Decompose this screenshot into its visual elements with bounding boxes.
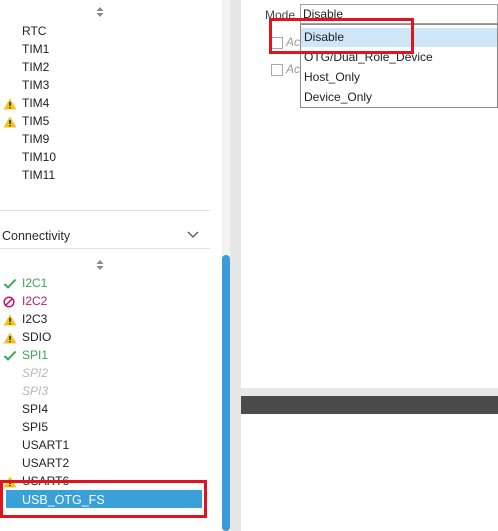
tree-item-tim3[interactable]: TIM3 xyxy=(0,76,205,94)
tree-item-label: SPI2 xyxy=(22,366,49,380)
tree-item-label: TIM9 xyxy=(22,132,50,146)
tree-item-label: RTC xyxy=(22,24,47,38)
tree-item-label: SPI5 xyxy=(22,420,49,434)
chevron-down-icon[interactable] xyxy=(186,227,200,241)
warning-icon xyxy=(3,115,17,128)
checkbox-label: Ac xyxy=(286,62,301,76)
check-icon xyxy=(3,349,17,361)
sort-icon[interactable] xyxy=(95,6,105,18)
tree-item-label: TIM5 xyxy=(22,114,50,128)
configuration-panel xyxy=(241,414,498,531)
tree-item-sdio[interactable]: SDIO xyxy=(0,328,205,346)
divider xyxy=(0,210,210,211)
tree-item-spi1[interactable]: SPI1 xyxy=(0,346,205,364)
warning-icon xyxy=(3,97,17,110)
connectivity-title: Connectivity xyxy=(2,229,71,243)
tree-item-spi4[interactable]: SPI4 xyxy=(0,400,205,418)
dropdown-option-device-only[interactable]: Device_Only xyxy=(301,88,497,107)
tree-item-tim5[interactable]: TIM5 xyxy=(0,112,205,130)
tree-item-label: TIM10 xyxy=(22,150,57,164)
panel-separator xyxy=(241,388,498,396)
scrollbar-thumb[interactable] xyxy=(222,255,230,531)
dropdown-option-host-only[interactable]: Host_Only xyxy=(301,68,497,87)
tree-item-label: TIM3 xyxy=(22,78,50,92)
tree-item-tim10[interactable]: TIM10 xyxy=(0,148,205,166)
tree-item-label: I2C2 xyxy=(22,294,48,308)
tree-item-label: SPI3 xyxy=(22,384,49,398)
activate-checkbox[interactable] xyxy=(271,64,283,76)
tree-item-usart2[interactable]: USART2 xyxy=(0,454,205,472)
tree-item-label: TIM1 xyxy=(22,42,50,56)
highlight-box-usb-item xyxy=(0,480,207,518)
tree-item-tim4[interactable]: TIM4 xyxy=(0,94,205,112)
tree-item-label: SPI1 xyxy=(22,348,49,362)
tree-item-i2c1[interactable]: I2C1 xyxy=(0,274,205,292)
tree-item-spi5[interactable]: SPI5 xyxy=(0,418,205,436)
tree-item-i2c2[interactable]: I2C2 xyxy=(0,292,205,310)
check-icon xyxy=(3,277,17,289)
tree-item-label: TIM11 xyxy=(22,168,56,182)
tree-item-label: SPI4 xyxy=(22,402,49,416)
tree-item-tim1[interactable]: TIM1 xyxy=(0,40,205,58)
tree-item-tim9[interactable]: TIM9 xyxy=(0,130,205,148)
divider xyxy=(0,248,210,249)
configuration-title-bar xyxy=(241,396,498,414)
left-tree-panel: RTC TIM1 TIM2 TIM3 TIM4 TIM5 TIM9 TIM10 TIM11 Co… xyxy=(0,0,222,531)
warning-icon xyxy=(3,313,17,326)
error-icon xyxy=(3,295,17,308)
tree-item-tim11[interactable]: TIM11 xyxy=(0,166,205,184)
tree-item-label: USART2 xyxy=(22,456,70,470)
tree-item-label: SDIO xyxy=(22,330,52,344)
tree-item-label: TIM2 xyxy=(22,60,50,74)
highlight-box-mode-option xyxy=(269,18,414,54)
sort-icon[interactable] xyxy=(95,259,105,271)
tree-item-label: I2C1 xyxy=(22,276,48,290)
tree-item-usart1[interactable]: USART1 xyxy=(0,436,205,454)
connectivity-category-header[interactable]: Connectivity xyxy=(0,226,210,248)
tree-item-label: USART1 xyxy=(22,438,70,452)
panel-splitter[interactable] xyxy=(230,0,241,531)
tree-item-i2c3[interactable]: I2C3 xyxy=(0,310,205,328)
tree-item-spi2[interactable]: SPI2 xyxy=(0,364,205,382)
tree-item-label: TIM4 xyxy=(22,96,50,110)
warning-icon xyxy=(3,331,17,344)
tree-item-rtc[interactable]: RTC xyxy=(0,22,205,40)
tree-item-label: I2C3 xyxy=(22,312,48,326)
tree-item-spi3[interactable]: SPI3 xyxy=(0,382,205,400)
tree-item-tim2[interactable]: TIM2 xyxy=(0,58,205,76)
